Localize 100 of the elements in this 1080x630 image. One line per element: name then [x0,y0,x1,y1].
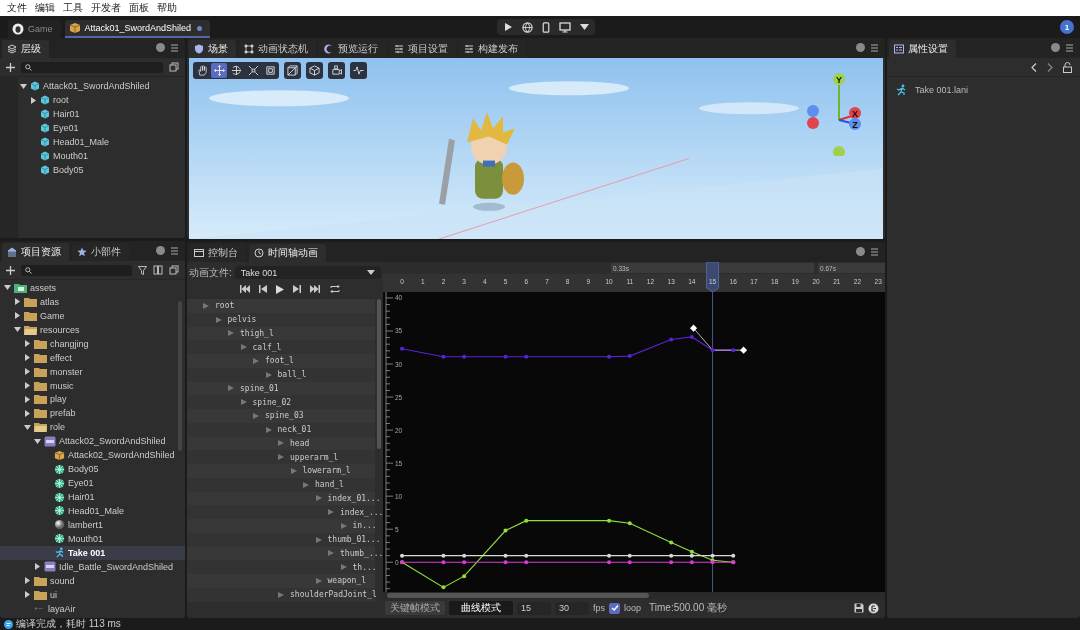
tree-item[interactable]: effect [0,350,185,365]
keyframe-point[interactable] [462,553,467,558]
tree-item[interactable]: Attack02_SwordAndShiled [0,448,185,463]
tree-item[interactable]: resources [0,322,185,337]
save-icon[interactable] [854,603,864,613]
bone-label[interactable]: spine_02 [252,397,292,407]
notification-badge[interactable]: 1 [1060,20,1074,34]
tree-item[interactable]: Body05 [0,163,185,177]
expand-arrow-icon[interactable] [24,591,31,599]
play-icon[interactable] [503,22,513,32]
menu-item[interactable]: 帮助 [153,1,181,15]
bone-label[interactable]: neck_01 [277,425,312,435]
panel-tab[interactable]: 属性设置 [889,40,956,58]
scrollbar[interactable] [377,299,381,449]
expand-arrow-icon[interactable] [24,395,31,403]
panel-tab[interactable]: 时间轴动画 [249,244,326,262]
collapse-arrow-icon[interactable] [4,284,11,292]
tree-item[interactable]: Idle_Battle_SwordAndShiled [0,559,185,574]
last-frame-icon[interactable] [309,285,320,293]
cube-button[interactable] [306,62,323,79]
keyframe-point[interactable] [607,518,612,523]
bone-label[interactable]: index_01... [327,493,381,503]
document-tab[interactable]: Attack01_SwordAndShiled [64,20,211,38]
tree-item[interactable]: atlas [0,294,185,309]
mode-button[interactable]: 曲线模式 [449,601,513,615]
monitor-icon[interactable] [559,21,571,33]
keyframe-point[interactable] [503,528,508,533]
keyframe-point[interactable] [710,553,715,558]
keyframe-point[interactable] [627,553,632,558]
caret-icon[interactable] [580,24,589,30]
tree-item[interactable]: Mouth01 [0,531,185,546]
search-field[interactable] [21,61,163,73]
keyframe-point[interactable] [627,521,632,526]
bone-label[interactable]: th... [352,562,377,572]
keyframe-point[interactable] [524,518,529,523]
move-tool[interactable] [211,63,227,78]
add-icon[interactable] [6,265,15,275]
menu-item[interactable]: 面板 [125,1,153,15]
columns-icon[interactable] [153,265,163,275]
collapse-arrow-icon[interactable] [34,437,41,445]
tree-item[interactable]: Head01_Male [0,504,185,518]
add-icon[interactable] [6,62,15,72]
frame-field[interactable]: 15 [517,601,551,615]
tree-item[interactable]: assets [0,281,185,295]
collapse-arrow-icon[interactable] [24,423,31,431]
bone-label[interactable]: spine_01 [240,383,279,393]
tree-item[interactable]: Attack02_SwordAndShiled [0,434,185,449]
phone-icon[interactable] [542,21,550,33]
bone-label[interactable]: spine_03 [265,411,304,421]
tree-item[interactable]: layaAir [0,601,185,616]
bone-label[interactable]: index_... [340,507,384,517]
tree-item[interactable]: changjing [0,336,185,351]
bone-label[interactable]: thumb_... [340,548,384,558]
bone-label[interactable]: weapon_l [327,576,367,586]
bone-label[interactable]: hand_l [315,480,344,490]
panel-tab[interactable]: 场景 [189,40,236,58]
bone-label[interactable]: foot_l [265,356,294,366]
expand-arrow-icon[interactable] [24,340,31,348]
export-icon[interactable] [868,602,879,614]
tree-item[interactable]: ui [0,587,185,602]
collapse-arrow-icon[interactable] [20,82,27,90]
help-icon[interactable] [856,43,865,52]
bone-label[interactable]: in... [352,521,377,531]
back-icon[interactable] [1031,62,1037,72]
menu-item[interactable]: 文件 [3,1,31,15]
tree-item[interactable]: root [0,93,185,107]
tree-item[interactable]: Game [0,308,185,323]
tree-item[interactable]: Hair01 [0,490,185,504]
bone-label[interactable]: thigh_l [240,328,274,338]
expand-arrow-icon[interactable] [24,409,31,417]
tree-item[interactable]: music [0,378,185,393]
loop-icon[interactable] [328,284,341,294]
keyframe-point[interactable] [669,553,674,558]
help-icon[interactable] [1051,43,1060,52]
tree-item[interactable]: prefab [0,406,185,421]
bone-label[interactable]: pelvis [227,315,257,325]
expand-arrow-icon[interactable] [14,312,21,320]
animation-file-dropdown[interactable]: Take 001 [234,266,381,279]
keyframe-point[interactable] [441,553,446,558]
help-icon[interactable] [156,246,165,255]
unlock-icon[interactable] [1063,61,1072,73]
menu-icon[interactable] [871,43,878,52]
bone-label[interactable]: ball_l [277,370,307,380]
expand-arrow-icon[interactable] [24,382,31,390]
menu-item[interactable]: 工具 [59,1,87,15]
bone-label[interactable]: thumb_01... [327,535,381,545]
playhead[interactable] [706,262,719,293]
tree-item[interactable]: lambert1 [0,517,185,532]
collapse-all-icon[interactable] [169,62,179,72]
bone-label[interactable]: root [215,301,235,311]
help-icon[interactable] [856,247,865,256]
expand-arrow-icon[interactable] [24,577,31,585]
tree-item[interactable]: Take 001 [0,545,185,560]
panel-tab[interactable]: 项目资源 [2,243,69,261]
expand-arrow-icon[interactable] [34,563,41,571]
first-frame-icon[interactable] [239,285,250,293]
keyframe-point[interactable] [689,553,694,558]
keyframe-point[interactable] [689,549,694,554]
expand-arrow-icon[interactable] [30,96,37,104]
tree-item[interactable]: role [0,420,185,435]
